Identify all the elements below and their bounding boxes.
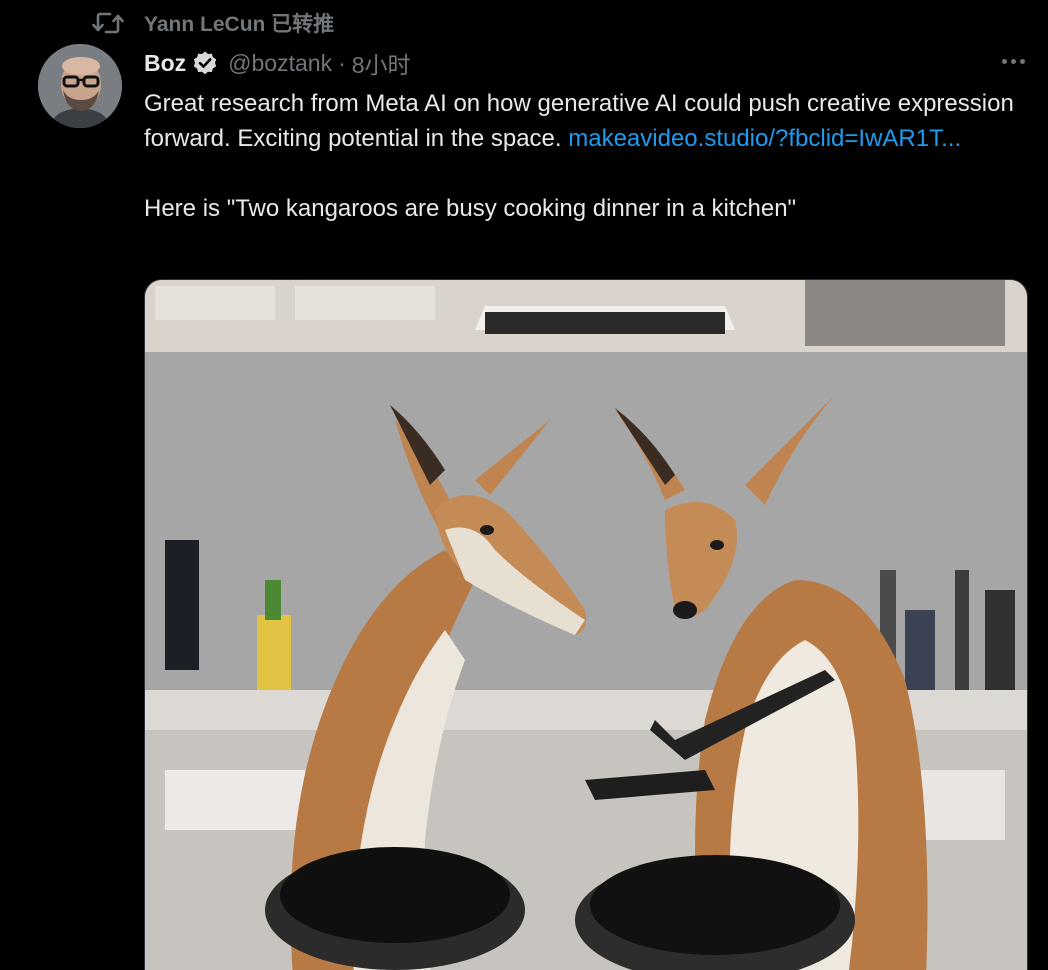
- retweet-label[interactable]: Yann LeCun 已转推: [144, 8, 334, 38]
- dot: [1019, 58, 1025, 64]
- retweet-context[interactable]: Yann LeCun 已转推: [92, 8, 334, 38]
- tweet-text-line2: Here is "Two kangaroos are busy cooking …: [144, 195, 797, 222]
- separator-dot: ·: [338, 49, 346, 76]
- retweet-icon: [92, 10, 124, 36]
- verified-icon: [192, 50, 218, 76]
- display-name[interactable]: Boz: [144, 50, 186, 77]
- tweet-link[interactable]: makeavideo.studio/?fbclid=IwAR1T...: [568, 125, 961, 152]
- tweet-header: Boz @boztank · 8小时: [144, 45, 411, 81]
- dot: [1010, 58, 1016, 64]
- user-handle[interactable]: @boztank: [228, 50, 332, 77]
- tweet[interactable]: Yann LeCun 已转推 Boz @boztank · 8小时 Great …: [0, 0, 1048, 970]
- more-icon[interactable]: [996, 46, 1030, 76]
- tweet-media-image[interactable]: [144, 279, 1028, 970]
- timestamp[interactable]: 8小时: [352, 46, 411, 80]
- dot: [1001, 58, 1007, 64]
- tweet-text: Great research from Meta AI on how gener…: [144, 86, 1024, 226]
- avatar[interactable]: [38, 44, 122, 128]
